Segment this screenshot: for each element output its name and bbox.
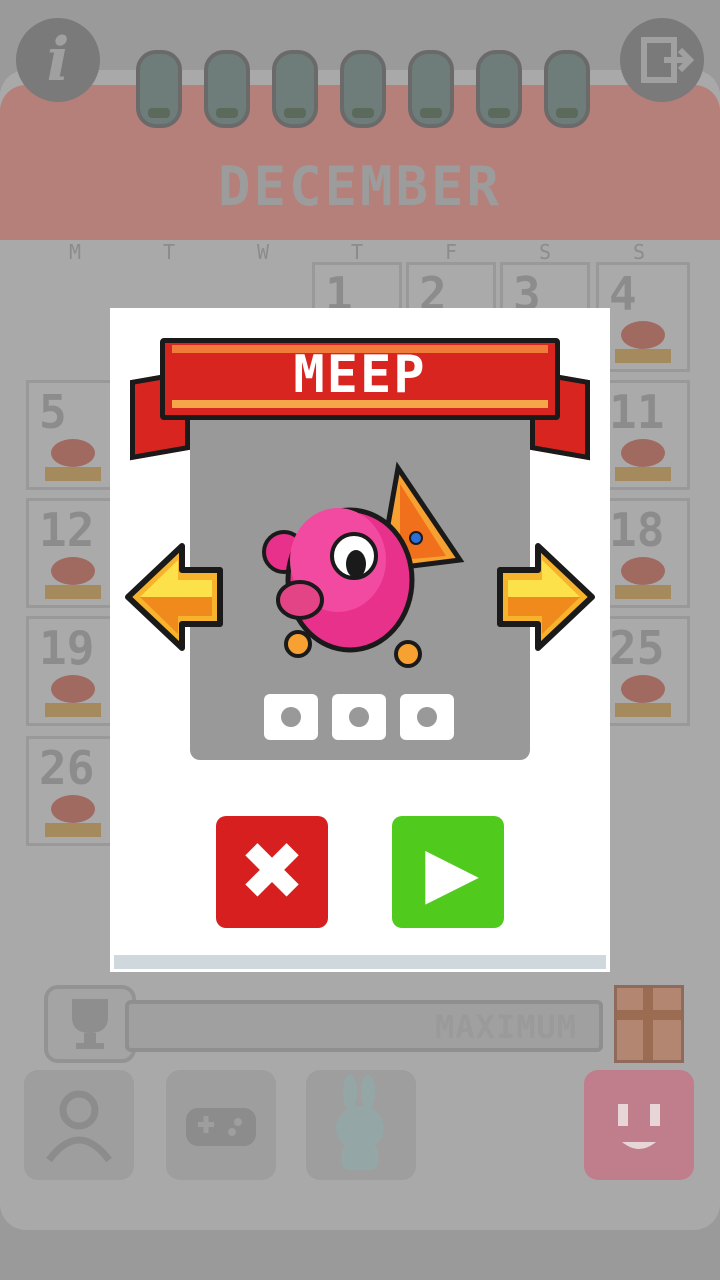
profile-button[interactable] xyxy=(24,1070,134,1180)
weekday-label: T xyxy=(162,240,176,264)
next-arrow-button[interactable] xyxy=(494,540,598,654)
weekday-label: S xyxy=(632,240,646,264)
weekday-label: M xyxy=(68,240,82,264)
binder-ring xyxy=(204,50,250,128)
weekday-label: W xyxy=(256,240,270,264)
collectible-slot xyxy=(400,694,454,740)
info-icon: i xyxy=(46,25,70,95)
cake-icon xyxy=(45,795,101,837)
collectible-slot xyxy=(332,694,386,740)
info-button[interactable]: i xyxy=(16,18,100,102)
close-button[interactable]: ✖ xyxy=(216,816,328,928)
progress-bar: MAXIMUM xyxy=(125,1000,603,1052)
smiley-face-icon xyxy=(618,1104,660,1149)
cake-icon xyxy=(45,675,101,717)
calendar-day[interactable]: 26 xyxy=(26,736,116,846)
cake-icon xyxy=(615,557,671,599)
exit-door-icon xyxy=(641,37,695,83)
meep-character-icon xyxy=(262,461,465,668)
person-icon xyxy=(46,1090,112,1163)
games-button[interactable] xyxy=(166,1070,276,1180)
cake-icon xyxy=(45,557,101,599)
exit-button[interactable] xyxy=(620,18,704,102)
binder-ring xyxy=(544,50,590,128)
trophy-icon xyxy=(44,985,136,1063)
binder-ring xyxy=(476,50,522,128)
binder-ring xyxy=(408,50,454,128)
calendar-day[interactable]: 11 xyxy=(596,380,690,490)
weekday-label: T xyxy=(350,240,364,264)
calendar-day[interactable]: 18 xyxy=(596,498,690,608)
play-button[interactable]: ▶ xyxy=(392,816,504,928)
cake-icon xyxy=(615,321,671,363)
character-face-button[interactable] xyxy=(584,1070,694,1180)
gamepad-icon xyxy=(186,1108,256,1146)
progress-label: MAXIMUM xyxy=(435,1008,577,1046)
binder-ring xyxy=(272,50,318,128)
play-icon: ▶ xyxy=(425,831,479,913)
dialog-footer-strip xyxy=(114,955,606,969)
collectible-slot xyxy=(264,694,318,740)
gift-icon[interactable] xyxy=(614,985,684,1063)
close-icon: ✖ xyxy=(238,825,306,918)
cake-icon xyxy=(615,675,671,717)
cake-icon xyxy=(45,439,101,481)
binder-ring xyxy=(340,50,386,128)
weekday-label: S xyxy=(538,240,552,264)
cake-icon xyxy=(615,439,671,481)
calendar-day[interactable]: 5 xyxy=(26,380,116,490)
previous-arrow-button[interactable] xyxy=(122,540,226,654)
month-title: DECEMBER xyxy=(217,155,503,218)
bunny-character-button[interactable] xyxy=(306,1070,416,1180)
calendar-day[interactable]: 19 xyxy=(26,616,116,726)
calendar-day[interactable]: 4 xyxy=(596,262,690,372)
calendar-day[interactable]: 25 xyxy=(596,616,690,726)
weekday-label: F xyxy=(444,240,458,264)
binder-ring xyxy=(136,50,182,128)
bunny-icon xyxy=(336,1074,384,1170)
character-name: MEEP xyxy=(293,345,427,405)
calendar-day[interactable]: 12 xyxy=(26,498,116,608)
